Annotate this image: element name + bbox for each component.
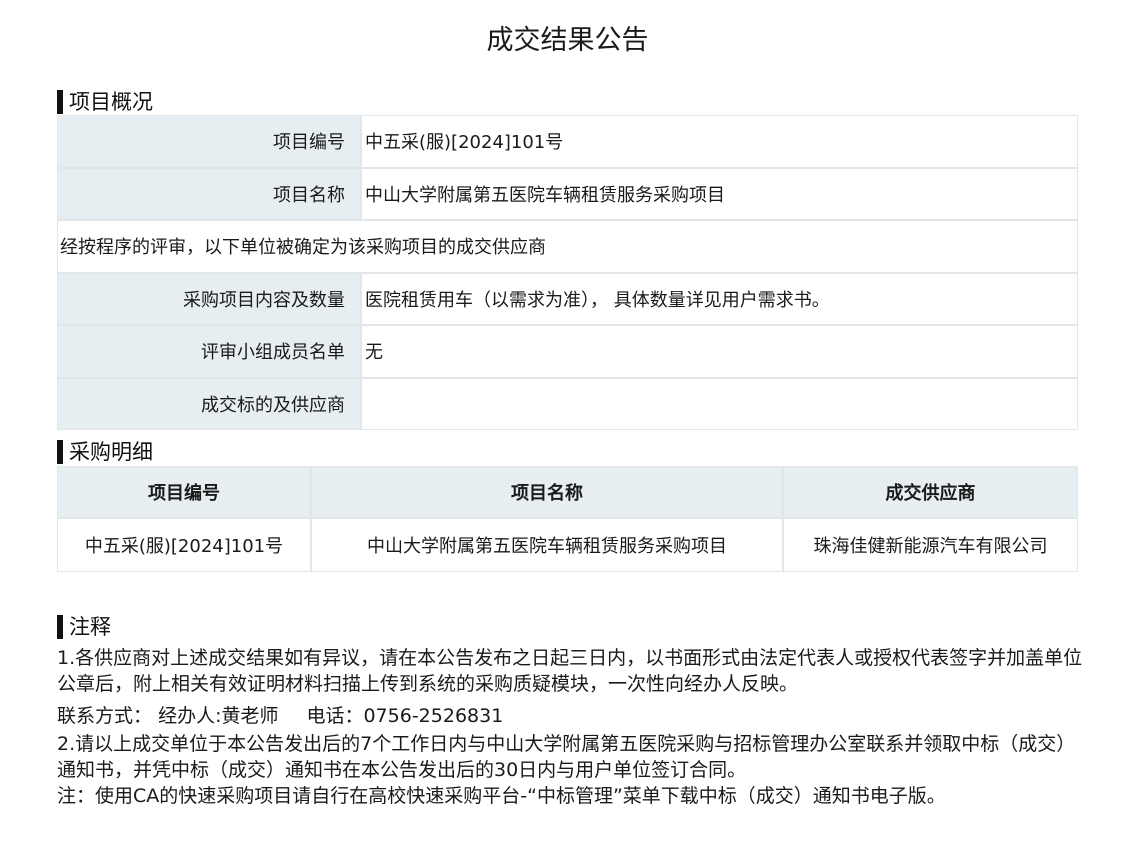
- cell-project-no: 中五采(服)[2024]101号: [57, 518, 311, 572]
- column-header-project-no: 项目编号: [57, 466, 311, 518]
- notes-heading: 注释: [57, 614, 111, 640]
- project-name-label: 项目名称: [57, 167, 361, 220]
- project-no-value: 中五采(服)[2024]101号: [361, 115, 1078, 168]
- overview-table: 项目编号 中五采(服)[2024]101号 项目名称 中山大学附属第五医院车辆租…: [57, 115, 1078, 430]
- table-header-row: 项目编号 项目名称 成交供应商: [57, 466, 1078, 518]
- content-label: 采购项目内容及数量: [57, 272, 361, 325]
- section-bar-icon: [57, 440, 63, 464]
- table-row: 成交标的及供应商: [57, 377, 1078, 430]
- detail-heading-label: 采购明细: [69, 440, 153, 464]
- detail-table: 项目编号 项目名称 成交供应商 中五采(服)[2024]101号 中山大学附属第…: [57, 466, 1078, 572]
- contact-phone: 电话：0756-2526831: [306, 705, 504, 727]
- overview-heading-label: 项目概况: [69, 90, 153, 114]
- notes-heading-label: 注释: [69, 615, 111, 639]
- table-row: 项目编号 中五采(服)[2024]101号: [57, 115, 1078, 168]
- contact-label: 联系方式：: [57, 705, 153, 727]
- detail-heading: 采购明细: [57, 439, 153, 465]
- winner-label: 成交标的及供应商: [57, 377, 361, 430]
- column-header-project-name: 项目名称: [311, 466, 783, 518]
- overview-heading: 项目概况: [57, 89, 153, 115]
- section-bar-icon: [57, 90, 63, 114]
- table-row: 采购项目内容及数量 医院租赁用车（以需求为准）， 具体数量详见用户需求书。: [57, 272, 1078, 325]
- table-row: 评审小组成员名单 无: [57, 325, 1078, 378]
- panel-label: 评审小组成员名单: [57, 325, 361, 378]
- cell-supplier: 珠海佳健新能源汽车有限公司: [783, 518, 1078, 572]
- panel-value: 无: [361, 325, 1078, 378]
- note-item-1: 1.各供应商对上述成交结果如有异议，请在本公告发布之日起三日内，以书面形式由法定…: [57, 647, 1083, 695]
- section-bar-icon: [57, 615, 63, 639]
- table-row: 中五采(服)[2024]101号 中山大学附属第五医院车辆租赁服务采购项目 珠海…: [57, 518, 1078, 572]
- notes-body: 1.各供应商对上述成交结果如有异议，请在本公告发布之日起三日内，以书面形式由法定…: [57, 645, 1087, 809]
- table-row: 经按程序的评审，以下单位被确定为该采购项目的成交供应商: [57, 220, 1078, 273]
- project-no-label: 项目编号: [57, 115, 361, 168]
- winner-value: [361, 377, 1078, 430]
- announcement-page: 成交结果公告 项目概况 项目编号 中五采(服)[2024]101号 项目名称 中…: [0, 0, 1135, 847]
- contact-line: 联系方式： 经办人:黄老师 电话：0756-2526831: [57, 703, 1087, 729]
- note-item-3: 注：使用CA的快速采购项目请自行在高校快速采购平台-“中标管理”菜单下载中标（成…: [57, 785, 946, 807]
- evaluation-note: 经按程序的评审，以下单位被确定为该采购项目的成交供应商: [57, 220, 1078, 273]
- cell-project-name: 中山大学附属第五医院车辆租赁服务采购项目: [311, 518, 783, 572]
- column-header-supplier: 成交供应商: [783, 466, 1078, 518]
- project-name-value: 中山大学附属第五医院车辆租赁服务采购项目: [361, 167, 1078, 220]
- note-item-2: 2.请以上成交单位于本公告发出后的7个工作日内与中山大学附属第五医院采购与招标管…: [57, 733, 1076, 781]
- page-title: 成交结果公告: [486, 25, 649, 56]
- content-value: 医院租赁用车（以需求为准）， 具体数量详见用户需求书。: [361, 272, 1078, 325]
- contact-person: 经办人:黄老师: [158, 705, 279, 727]
- table-row: 项目名称 中山大学附属第五医院车辆租赁服务采购项目: [57, 167, 1078, 220]
